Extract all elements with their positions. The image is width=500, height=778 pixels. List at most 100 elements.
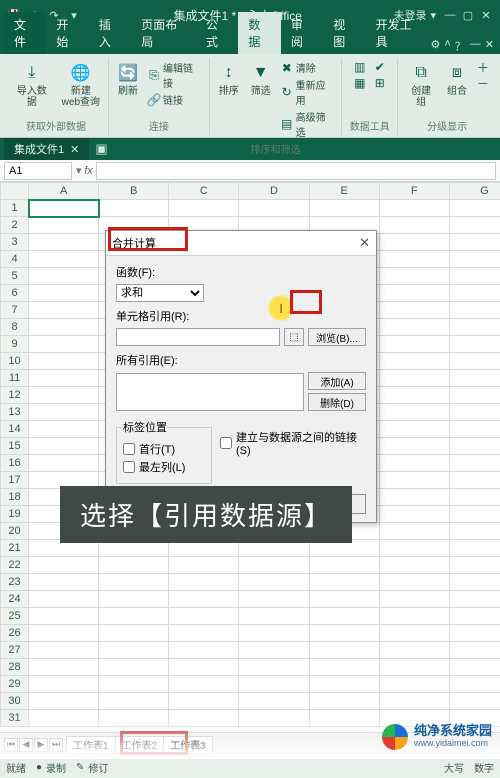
row-header[interactable]: 28 <box>1 659 29 676</box>
clear-filter-button[interactable]: ✖清除 <box>280 60 336 75</box>
row-header[interactable]: 24 <box>1 591 29 608</box>
record-icon[interactable]: ● <box>36 762 42 773</box>
browse-button[interactable]: 浏览(B)... <box>308 328 366 346</box>
cell[interactable] <box>169 557 239 574</box>
cell[interactable] <box>99 574 169 591</box>
cell[interactable] <box>379 353 449 370</box>
cell[interactable] <box>169 659 239 676</box>
row-header[interactable]: 11 <box>1 370 29 387</box>
row-header[interactable]: 12 <box>1 387 29 404</box>
cell[interactable] <box>379 574 449 591</box>
function-select[interactable]: 求和 <box>116 284 204 302</box>
sheet-nav-prev-icon[interactable]: ◀ <box>19 738 33 752</box>
row-header[interactable]: 29 <box>1 676 29 693</box>
reference-input[interactable] <box>116 328 280 346</box>
cell[interactable] <box>379 387 449 404</box>
cell[interactable] <box>449 353 500 370</box>
row-header[interactable]: 16 <box>1 455 29 472</box>
cell[interactable] <box>169 693 239 710</box>
links-button[interactable]: 🔗链接 <box>147 92 203 107</box>
row-header[interactable]: 9 <box>1 336 29 353</box>
cell[interactable] <box>379 540 449 557</box>
cell[interactable] <box>449 472 500 489</box>
cell[interactable] <box>29 336 99 353</box>
advanced-filter-button[interactable]: ▤高级筛选 <box>280 109 336 139</box>
row-header[interactable]: 27 <box>1 642 29 659</box>
left-col-checkbox[interactable] <box>123 461 135 473</box>
cell[interactable] <box>379 489 449 506</box>
sheet-nav-first-icon[interactable]: ⏮ <box>4 738 18 752</box>
cell[interactable] <box>29 353 99 370</box>
remove-dup-button[interactable]: ▦ <box>353 76 367 90</box>
col-header[interactable]: D <box>239 183 309 200</box>
cell[interactable] <box>379 625 449 642</box>
cell[interactable] <box>239 608 309 625</box>
refresh-button[interactable]: 🔄 刷新 <box>115 60 141 99</box>
formula-input[interactable] <box>96 162 496 180</box>
tab-file[interactable]: 文件 <box>4 12 46 54</box>
data-validate-button[interactable]: ✔ <box>373 60 387 74</box>
cell[interactable] <box>379 523 449 540</box>
cell[interactable] <box>29 387 99 404</box>
new-web-query-button[interactable]: 🌐 新建 web查询 <box>60 60 102 110</box>
cell[interactable] <box>29 370 99 387</box>
cell[interactable] <box>29 268 99 285</box>
group-button[interactable]: ⧈ 组合 <box>444 60 470 99</box>
login-dropdown-icon[interactable]: ▾ <box>430 9 436 22</box>
cell[interactable] <box>379 557 449 574</box>
cell[interactable] <box>449 625 500 642</box>
cell[interactable] <box>449 540 500 557</box>
cell[interactable] <box>99 557 169 574</box>
cell[interactable] <box>239 625 309 642</box>
cell[interactable] <box>449 608 500 625</box>
row-header[interactable]: 7 <box>1 302 29 319</box>
dialog-close-icon[interactable]: ✕ <box>359 235 370 251</box>
document-tab[interactable]: 集成文件1 ✕ <box>4 138 89 160</box>
sheet-tab-1[interactable]: 工作表1 <box>66 736 116 754</box>
cell[interactable] <box>449 268 500 285</box>
worksheet-area[interactable]: ABCDEFG 12345678910111213141516171819202… <box>0 182 500 732</box>
cell[interactable] <box>29 200 99 217</box>
cell[interactable] <box>449 421 500 438</box>
col-header[interactable]: C <box>169 183 239 200</box>
cell[interactable] <box>449 302 500 319</box>
cell[interactable] <box>29 251 99 268</box>
close-doc-tab-icon[interactable]: ✕ <box>70 143 79 156</box>
min-ribbon-icon[interactable]: — <box>470 38 481 54</box>
cell[interactable] <box>29 421 99 438</box>
cell[interactable] <box>169 608 239 625</box>
cell[interactable] <box>449 591 500 608</box>
row-header[interactable]: 6 <box>1 285 29 302</box>
cell[interactable] <box>239 710 309 727</box>
row-header[interactable]: 15 <box>1 438 29 455</box>
cell[interactable] <box>309 574 379 591</box>
tab-home[interactable]: 开始 <box>46 12 88 54</box>
cell[interactable] <box>239 557 309 574</box>
cell[interactable] <box>379 370 449 387</box>
cell[interactable] <box>169 574 239 591</box>
cell[interactable] <box>29 625 99 642</box>
cell[interactable] <box>309 608 379 625</box>
cell[interactable] <box>29 455 99 472</box>
cell[interactable] <box>29 591 99 608</box>
cell[interactable] <box>379 608 449 625</box>
minimize-icon[interactable]: — <box>442 7 458 23</box>
col-header[interactable]: A <box>29 183 99 200</box>
cell[interactable] <box>239 200 309 217</box>
cell[interactable] <box>239 574 309 591</box>
col-header[interactable]: E <box>309 183 379 200</box>
cell[interactable] <box>449 404 500 421</box>
cell[interactable] <box>379 268 449 285</box>
cell[interactable] <box>449 234 500 251</box>
row-header[interactable]: 30 <box>1 693 29 710</box>
cell[interactable] <box>379 319 449 336</box>
range-picker-button[interactable]: ⬚ <box>284 328 304 346</box>
row-header[interactable]: 1 <box>1 200 29 217</box>
cell[interactable] <box>29 676 99 693</box>
outline-small-1[interactable]: ＋ <box>476 60 490 74</box>
row-header[interactable]: 3 <box>1 234 29 251</box>
cell[interactable] <box>169 200 239 217</box>
cell[interactable] <box>169 591 239 608</box>
cell[interactable] <box>309 693 379 710</box>
cell[interactable] <box>29 438 99 455</box>
